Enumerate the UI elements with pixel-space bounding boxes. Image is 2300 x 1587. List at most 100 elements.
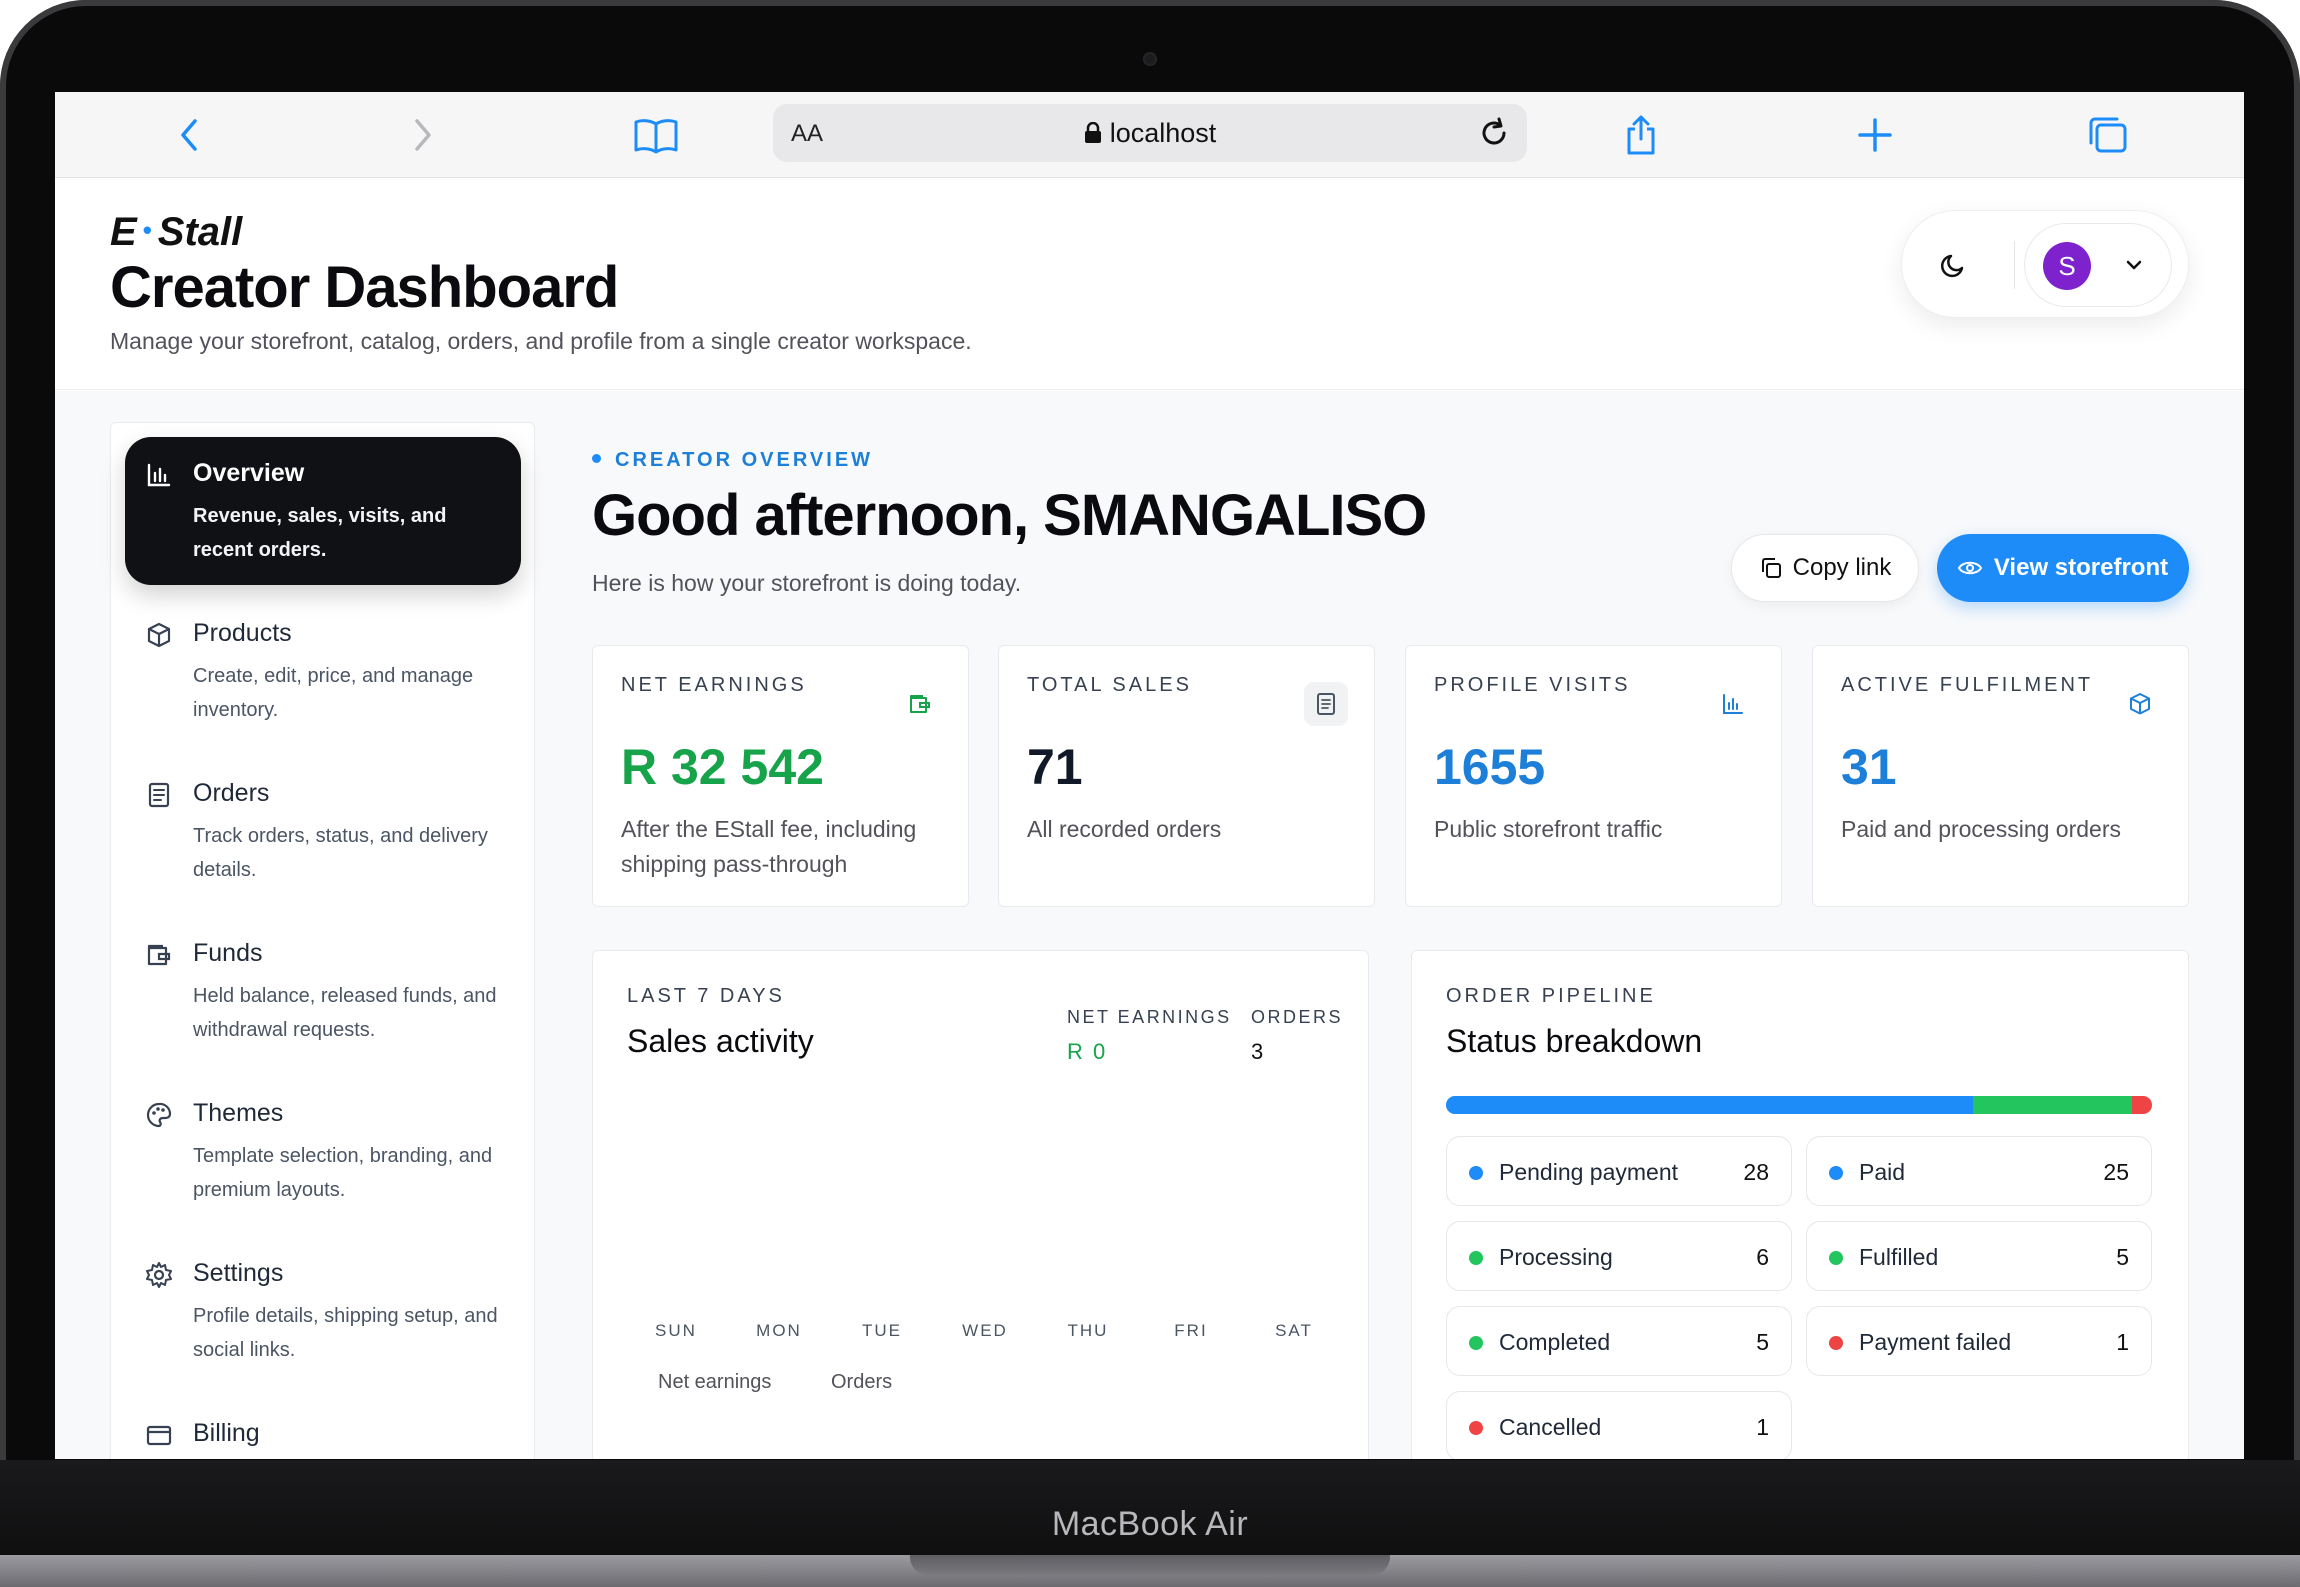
- receipt-icon: [1304, 682, 1348, 726]
- reload-icon[interactable]: [1475, 114, 1513, 152]
- legend-net-earnings: Net earnings: [658, 1371, 772, 1393]
- credit-card-icon: [146, 1425, 172, 1446]
- orders-value: 3: [1251, 1039, 1264, 1064]
- page-title: Creator Dashboard: [110, 255, 619, 320]
- stat-value: 71: [1027, 739, 1083, 795]
- document-icon: [148, 782, 170, 808]
- nav-label: Billing: [193, 1419, 260, 1447]
- status-chip-cancelled[interactable]: Cancelled 1: [1446, 1391, 1792, 1459]
- camera: [1143, 52, 1157, 66]
- header-controls: S: [1901, 210, 2189, 318]
- status-label: Pending payment: [1499, 1159, 1679, 1185]
- day-label: SAT: [1275, 1321, 1313, 1340]
- stat-value: R 32 542: [621, 739, 824, 795]
- stat-desc: Paid and processing orders: [1841, 816, 2121, 842]
- lock-icon: [1084, 121, 1101, 143]
- nav-label: Funds: [193, 939, 263, 967]
- brand-dot: •: [142, 215, 152, 245]
- status-count: 1: [2116, 1329, 2129, 1355]
- greeting-subtitle: Here is how your storefront is doing tod…: [592, 570, 1022, 596]
- tabs-overview-icon[interactable]: [2085, 112, 2131, 158]
- day-label: WED: [962, 1321, 1008, 1340]
- status-dot: [1829, 1336, 1843, 1350]
- forward-icon[interactable]: [399, 112, 445, 158]
- status-chip-fulfilled[interactable]: Fulfilled 5: [1806, 1221, 2152, 1291]
- sidebar-item-themes[interactable]: Themes Template selection, branding, and…: [125, 1077, 521, 1225]
- sidebar-item-products[interactable]: Products Create, edit, price, and manage…: [125, 597, 521, 745]
- day-label: FRI: [1174, 1321, 1208, 1340]
- panel-kicker: LAST 7 DAYS: [627, 985, 785, 1007]
- legend-orders: Orders: [831, 1371, 893, 1393]
- net-earnings-label: NET EARNINGS: [1067, 1007, 1232, 1027]
- stat-card-active-fulfilment: ACTIVE FULFILMENT 31 Paid and processing…: [1812, 645, 2189, 907]
- pipeline-segment: [2131, 1096, 2152, 1114]
- nav-desc: Track orders, status, and delivery detai…: [193, 825, 488, 881]
- new-tab-icon[interactable]: [1852, 112, 1898, 158]
- bar-chart-icon: [147, 463, 171, 487]
- status-label: Payment failed: [1859, 1329, 2012, 1355]
- sidebar-item-overview[interactable]: Overview Revenue, sales, visits, and rec…: [125, 437, 521, 585]
- nav-label: Orders: [193, 779, 270, 807]
- orders-label: ORDERS: [1251, 1007, 1344, 1027]
- sales-activity-panel: LAST 7 DAYS Sales activity NET EARNINGS …: [592, 950, 1369, 1459]
- status-dot: [1469, 1251, 1483, 1265]
- stat-title: PROFILE VISITS: [1434, 674, 1631, 696]
- gear-icon: [146, 1262, 172, 1288]
- status-chip-pending-payment[interactable]: Pending payment 28: [1446, 1136, 1792, 1206]
- status-chip-paid[interactable]: Paid 25: [1806, 1136, 2152, 1206]
- bookmarks-icon[interactable]: [633, 112, 679, 158]
- view-storefront-label: View storefront: [1993, 554, 2169, 581]
- nav-label: Themes: [193, 1099, 284, 1127]
- back-icon[interactable]: [167, 112, 213, 158]
- sidebar-item-billing[interactable]: Billing: [125, 1397, 521, 1459]
- view-storefront-button[interactable]: View storefront: [1937, 534, 2189, 602]
- sidebar-item-settings[interactable]: Settings Profile details, shipping setup…: [125, 1237, 521, 1385]
- user-menu-button[interactable]: S: [2024, 223, 2172, 307]
- address-bar[interactable]: AA localhost: [773, 104, 1527, 162]
- panel-kicker: ORDER PIPELINE: [1446, 985, 1656, 1007]
- page-subtitle: Manage your storefront, catalog, orders,…: [110, 328, 972, 354]
- status-label: Paid: [1859, 1159, 1906, 1185]
- status-dot: [1829, 1166, 1843, 1180]
- sidebar-item-funds[interactable]: Funds Held balance, released funds, and …: [125, 917, 521, 1065]
- sidebar-item-orders[interactable]: Orders Track orders, status, and deliver…: [125, 757, 521, 905]
- palette-icon: [146, 1102, 172, 1128]
- copy-icon: [1761, 558, 1781, 578]
- panel-title: Sales activity: [627, 1023, 814, 1059]
- brand-right: Stall: [157, 210, 243, 254]
- status-count: 6: [1756, 1244, 1769, 1270]
- stat-value: 1655: [1434, 739, 1546, 795]
- status-dot: [1469, 1166, 1483, 1180]
- status-label: Completed: [1499, 1329, 1611, 1355]
- status-count: 1: [1756, 1414, 1769, 1440]
- model-label: MacBook Air: [1051, 1505, 1249, 1543]
- chevron-down-icon: [2123, 254, 2145, 281]
- stat-value: 31: [1841, 739, 1897, 795]
- kicker-text: CREATOR OVERVIEW: [615, 449, 874, 471]
- url-text: localhost: [1109, 118, 1217, 148]
- overview-kicker: CREATOR OVERVIEW: [592, 449, 873, 472]
- nav-label: Products: [193, 619, 292, 647]
- nav-desc: Template selection, branding, and premiu…: [193, 1145, 493, 1201]
- day-label: MON: [756, 1321, 802, 1340]
- status-label: Processing: [1499, 1244, 1613, 1270]
- stat-desc: Public storefront traffic: [1434, 816, 1663, 842]
- status-chip-completed[interactable]: Completed 5: [1446, 1306, 1792, 1376]
- day-label: THU: [1067, 1321, 1109, 1340]
- sidebar-nav: Overview Revenue, sales, visits, and rec…: [110, 422, 535, 1459]
- status-chip-payment-failed[interactable]: Payment failed 1: [1806, 1306, 2152, 1376]
- status-chip-processing[interactable]: Processing 6: [1446, 1221, 1792, 1291]
- theme-toggle-button[interactable]: [1922, 233, 1986, 297]
- copy-link-button[interactable]: Copy link: [1731, 534, 1919, 602]
- nav-desc: Create, edit, price, and manage inventor…: [193, 665, 474, 721]
- share-icon[interactable]: [1618, 112, 1664, 158]
- stat-title: ACTIVE FULFILMENT: [1841, 674, 2094, 696]
- avatar: S: [2043, 242, 2091, 290]
- status-dot: [1469, 1336, 1483, 1350]
- pipeline-progress-bar: [1446, 1096, 2152, 1114]
- eye-icon: [1957, 561, 1982, 575]
- brand-logo[interactable]: E • Stall: [110, 210, 242, 255]
- status-count: 28: [1743, 1159, 1769, 1185]
- screen: AA localhost E • Stall Creator Dashboard M…: [55, 92, 2244, 1459]
- nav-label: Overview: [193, 459, 305, 487]
